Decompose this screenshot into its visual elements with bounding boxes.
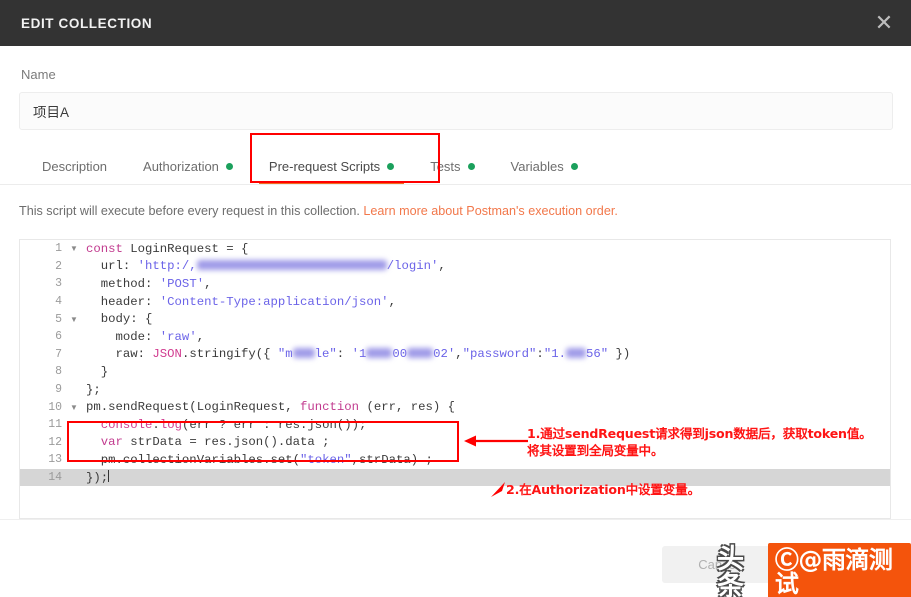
code-line: 9}; [20,381,890,399]
annotation-note-1-line1: 1.通过sendRequest请求得到json数据后，获取token值。 [527,425,872,442]
code-line: 1▼const LoginRequest = { [20,240,890,258]
tab-status-dot-icon [571,163,578,170]
line-number: 14 [20,469,68,487]
tab-description[interactable]: Description [24,148,125,184]
watermark-handle-text: @雨滴测试 [775,546,893,597]
line-number: 12 [20,434,68,452]
line-number: 9 [20,381,68,399]
tab-label: Authorization [143,159,219,174]
code-editor[interactable]: 1▼const LoginRequest = {2 url: 'http:/, … [19,239,891,519]
fold-spacer [68,416,80,434]
line-number: 1 [20,240,68,258]
script-description: This script will execute before every re… [19,204,618,218]
code-line: 6 mode: 'raw', [20,328,890,346]
fold-spacer [68,346,80,364]
tab-bar: Description Authorization Pre-request Scri… [0,148,911,185]
code-line-content: } [80,363,890,381]
script-description-text: This script will execute before every re… [19,204,363,218]
code-line-content: raw: JSON.stringify({ "m le": '1 00 02',… [80,346,890,364]
fold-spacer [68,293,80,311]
line-number: 8 [20,363,68,381]
tab-authorization[interactable]: Authorization [125,148,251,184]
fold-toggle-icon[interactable]: ▼ [68,240,80,258]
line-number: 7 [20,346,68,364]
line-number: 6 [20,328,68,346]
code-line: 4 header: 'Content-Type:application/json… [20,293,890,311]
annotation-note-1-line2: 将其设置到全局变量中。 [527,442,872,459]
code-line: 7 raw: JSON.stringify({ "m le": '1 00 02… [20,346,890,364]
modal-header: EDIT COLLECTION ✕ [0,0,911,46]
page-title: EDIT COLLECTION [0,16,152,31]
fold-spacer [68,363,80,381]
annotation-arrow-icon [462,433,530,449]
code-line-content: body: { [80,310,890,328]
footer-divider [0,519,911,520]
line-number: 13 [20,451,68,469]
line-number: 2 [20,258,68,276]
edit-collection-modal: EDIT COLLECTION ✕ Name Description Author… [0,0,911,597]
code-line-content: url: 'http:/, /login', [80,258,890,276]
code-line-content: }); [80,469,890,487]
tab-tests[interactable]: Tests [412,148,492,184]
fold-spacer [68,328,80,346]
code-line: 10▼pm.sendRequest(LoginRequest, function… [20,398,890,416]
close-icon[interactable]: ✕ [867,0,911,46]
tab-label: Pre-request Scripts [269,159,380,174]
execution-order-link[interactable]: Learn more about Postman's execution ord… [363,204,617,218]
cancel-button[interactable]: Cancel [662,546,775,583]
fold-spacer [68,451,80,469]
code-line: 2 url: 'http:/, /login', [20,258,890,276]
code-line: 5▼ body: { [20,310,890,328]
code-line-content: }; [80,381,890,399]
tab-pre-request-scripts[interactable]: Pre-request Scripts [251,148,412,184]
tab-status-dot-icon [387,163,394,170]
annotation-note-1: 1.通过sendRequest请求得到json数据后，获取token值。 将其设… [527,425,872,459]
fold-spacer [68,434,80,452]
tab-status-dot-icon [468,163,475,170]
line-number: 4 [20,293,68,311]
line-number: 5 [20,310,68,328]
annotation-note-2: 2.在Authorization中设置变量。 [506,479,700,498]
tab-label: Variables [511,159,564,174]
code-line: 8 } [20,363,890,381]
code-line-content: mode: 'raw', [80,328,890,346]
tab-label: Tests [430,159,460,174]
tab-status-dot-icon [226,163,233,170]
code-line: 14}); [20,469,890,487]
fold-spacer [68,258,80,276]
watermark-handle: Ⓒ@雨滴测试 [768,543,911,597]
line-number: 10 [20,398,68,416]
code-line-content: const LoginRequest = { [80,240,890,258]
fold-spacer [68,469,80,487]
code-line-content: pm.sendRequest(LoginRequest, function (e… [80,398,890,416]
line-number: 3 [20,275,68,293]
code-line: 3 method: 'POST', [20,275,890,293]
collection-name-input[interactable] [19,92,893,130]
fold-spacer [68,381,80,399]
tab-active-underline [259,181,404,184]
tab-variables[interactable]: Variables [493,148,596,184]
name-label: Name [21,67,56,82]
line-number: 11 [20,416,68,434]
tab-label: Description [42,159,107,174]
fold-spacer [68,275,80,293]
code-line-content: header: 'Content-Type:application/json', [80,293,890,311]
fold-toggle-icon[interactable]: ▼ [68,310,80,328]
fold-toggle-icon[interactable]: ▼ [68,398,80,416]
code-line-content: method: 'POST', [80,275,890,293]
